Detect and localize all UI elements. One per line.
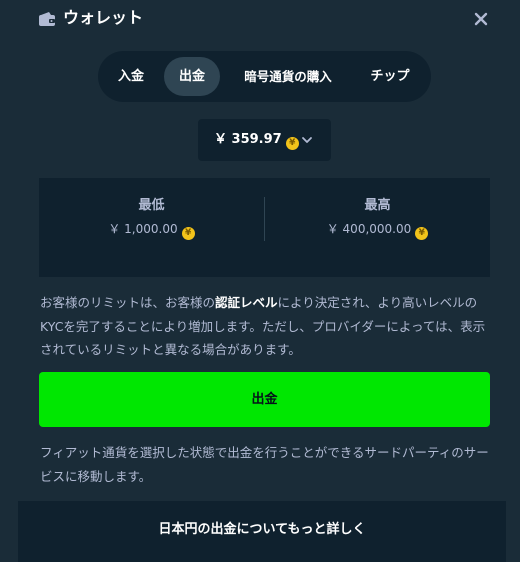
- yen-coin-icon: ¥: [181, 227, 195, 240]
- tab-tip[interactable]: チップ: [354, 57, 426, 96]
- info-text-part1: お客様のリミットは、お客様の: [40, 295, 216, 310]
- learn-more-button[interactable]: 日本円の出金についてもっと詳しく: [18, 501, 506, 562]
- tab-withdraw[interactable]: 出金: [164, 57, 220, 96]
- currency-select[interactable]: ￥ 359.97 ¥: [198, 119, 331, 161]
- max-limit: 最高 ￥ 400,000.00 ¥: [265, 196, 490, 240]
- limits-panel: 最低 ￥ 1,000.00 ¥ 最高 ￥ 400,000.00 ¥: [39, 178, 490, 277]
- verification-level-link: 認証レベル: [215, 295, 278, 310]
- tab-deposit[interactable]: 入金: [106, 57, 156, 96]
- balance-amount: ￥ 359.97: [214, 132, 282, 147]
- close-icon[interactable]: [472, 10, 490, 28]
- currency-amount: ￥ 359.97 ¥: [214, 130, 299, 150]
- max-limit-value: ￥ 400,000.00 ¥: [265, 219, 490, 240]
- modal-header: ウォレット: [0, 0, 520, 40]
- min-limit: 最低 ￥ 1,000.00 ¥: [39, 196, 264, 240]
- withdraw-button[interactable]: 出金: [39, 372, 490, 427]
- min-limit-amount: ￥ 1,000.00: [108, 222, 178, 236]
- limits-info-text: お客様のリミットは、お客様の認証レベルにより決定され、より高いレベルのKYCを完…: [40, 291, 490, 362]
- max-limit-amount: ￥ 400,000.00: [326, 222, 412, 236]
- modal-title: ウォレット: [63, 8, 144, 27]
- yen-coin-icon: ¥: [415, 227, 429, 240]
- min-limit-label: 最低: [138, 198, 165, 213]
- max-limit-label: 最高: [364, 198, 391, 213]
- wallet-modal: ウォレット 入金 出金 暗号通貨の購入 チップ ￥ 359.97 ¥ 最低 ￥ 1…: [0, 0, 520, 562]
- chevron-down-icon: [302, 137, 312, 143]
- yen-coin-icon: ¥: [285, 137, 299, 150]
- tab-buy-crypto[interactable]: 暗号通貨の購入: [226, 57, 350, 96]
- third-party-note: フィアット通貨を選択した状態で出金を行うことができるサードパーティのサービスに移…: [40, 445, 489, 484]
- min-limit-value: ￥ 1,000.00 ¥: [39, 219, 264, 240]
- wallet-icon: [39, 12, 55, 26]
- wallet-tabs: 入金 出金 暗号通貨の購入 チップ: [98, 51, 431, 102]
